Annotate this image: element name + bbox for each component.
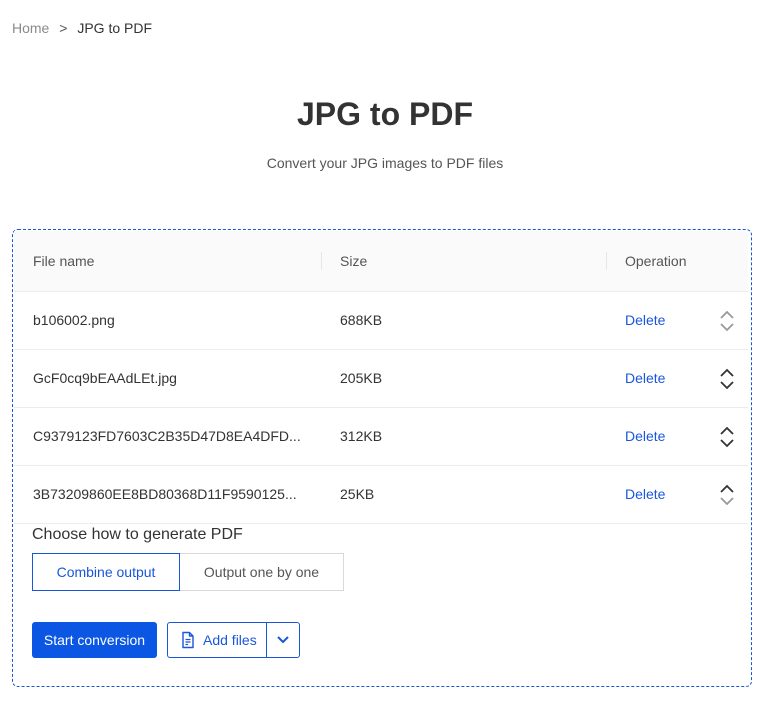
breadcrumb-separator: > (59, 20, 68, 36)
delete-button[interactable]: Delete (625, 370, 665, 386)
file-table: File name Size Operation b106002.png 688… (14, 231, 748, 524)
file-size-cell: 25KB (340, 486, 375, 502)
table-row: 3B73209860EE8BD80368D11F9590125... 25KB … (14, 465, 748, 523)
combine-output-option[interactable]: Combine output (32, 553, 180, 591)
output-one-by-one-option[interactable]: Output one by one (180, 553, 344, 591)
file-name-cell: b106002.png (33, 312, 115, 328)
add-files-label: Add files (203, 632, 257, 648)
file-name-cell: 3B73209860EE8BD80368D11F9590125... (33, 486, 297, 502)
chevron-down-icon (276, 636, 289, 644)
operation-cell: Delete (606, 407, 748, 465)
operation-cell: Delete (606, 465, 748, 523)
table-row: GcF0cq9bEAAdLEt.jpg 205KB Delete (14, 349, 748, 407)
generate-mode-label: Choose how to generate PDF (32, 526, 243, 543)
add-files-button[interactable]: Add files (168, 623, 266, 657)
add-files-dropdown-button[interactable] (267, 623, 299, 657)
file-name-cell: C9379123FD7603C2B35D47D8EA4DFD... (33, 428, 301, 444)
file-dropzone[interactable]: File name Size Operation b106002.png 688… (12, 229, 752, 687)
add-files-split-button: Add files (167, 622, 300, 658)
column-header-file-name: File name (33, 252, 95, 269)
delete-button[interactable]: Delete (625, 486, 665, 502)
table-row: C9379123FD7603C2B35D47D8EA4DFD... 312KB … (14, 407, 748, 465)
breadcrumb: Home > JPG to PDF (12, 18, 152, 38)
column-header-size: Size (321, 231, 606, 291)
file-add-icon (182, 631, 194, 649)
column-header-operation: Operation (606, 231, 748, 291)
file-name-cell: GcF0cq9bEAAdLEt.jpg (33, 370, 177, 386)
sort-arrows-icon[interactable] (718, 483, 736, 507)
table-row: b106002.png 688KB Delete (14, 291, 748, 349)
table-header-row: File name Size Operation (14, 231, 748, 291)
page-title: JPG to PDF (296, 96, 473, 132)
sort-arrows-icon[interactable] (718, 367, 736, 391)
sort-arrows-icon[interactable] (718, 309, 736, 333)
delete-button[interactable]: Delete (625, 312, 665, 328)
file-size-cell: 312KB (340, 428, 383, 444)
operation-cell: Delete (606, 349, 748, 407)
start-conversion-button[interactable]: Start conversion (32, 622, 157, 658)
generate-mode-group: Combine output Output one by one (32, 553, 344, 591)
breadcrumb-current: JPG to PDF (77, 20, 153, 36)
operation-cell: Delete (606, 291, 748, 349)
sort-arrows-icon[interactable] (718, 425, 736, 449)
page-subtitle: Convert your JPG images to PDF files (266, 155, 504, 171)
file-size-cell: 688KB (340, 312, 383, 328)
breadcrumb-home-link[interactable]: Home (12, 20, 49, 36)
file-size-cell: 205KB (340, 370, 383, 386)
delete-button[interactable]: Delete (625, 428, 665, 444)
